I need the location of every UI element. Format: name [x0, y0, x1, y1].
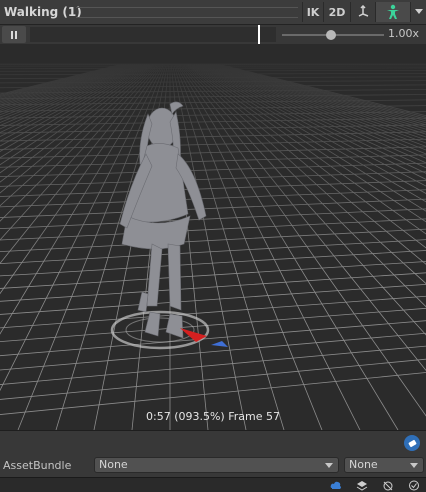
speed-slider-thumb[interactable] [326, 30, 336, 40]
2d-toggle-button[interactable]: 2D [323, 2, 350, 22]
pause-button[interactable] [2, 26, 26, 43]
preview-title: Walking (1) [4, 5, 82, 19]
pivot-axis-icon [356, 5, 370, 19]
chevron-down-icon [415, 9, 423, 15]
chevron-down-icon [410, 463, 418, 468]
layers-icon[interactable] [356, 480, 368, 491]
timeline-scrubber[interactable] [30, 27, 276, 42]
playhead[interactable] [258, 25, 260, 44]
humanoid-avatar-icon [385, 4, 401, 20]
chevron-down-icon [325, 463, 333, 468]
title-drag-area[interactable] [76, 7, 298, 18]
asset-label-tag-icon[interactable] [404, 435, 420, 451]
assetbundle-variant-value: None [349, 458, 378, 471]
assetbundle-bar: AssetBundle None None [0, 430, 426, 477]
avatar-preview-button[interactable] [375, 2, 410, 22]
assetbundle-variant-dropdown[interactable]: None [344, 457, 424, 473]
assetbundle-label: AssetBundle [3, 459, 71, 472]
preview-viewport[interactable]: 0:57 (093.5%) Frame 57 [0, 44, 426, 430]
debug-icon[interactable] [382, 480, 394, 491]
collab-cloud-icon[interactable] [330, 480, 342, 491]
playback-bar [0, 25, 426, 44]
pause-icon [11, 31, 13, 39]
preview-menu-button[interactable] [410, 2, 426, 22]
pivot-axis-button[interactable] [350, 2, 375, 22]
frame-info-label: 0:57 (093.5%) Frame 57 [0, 410, 426, 423]
assetbundle-name-value: None [99, 458, 128, 471]
preview-title-bar: Walking (1) IK 2D [0, 0, 426, 25]
check-circle-icon[interactable] [408, 480, 420, 491]
playback-speed-value: 1.00x [388, 27, 419, 40]
status-bar [0, 477, 426, 492]
playback-speed-slider[interactable] [282, 34, 384, 36]
assetbundle-name-dropdown[interactable]: None [94, 457, 339, 473]
ik-toggle-button[interactable]: IK [302, 2, 323, 22]
grid-floor [0, 44, 426, 430]
